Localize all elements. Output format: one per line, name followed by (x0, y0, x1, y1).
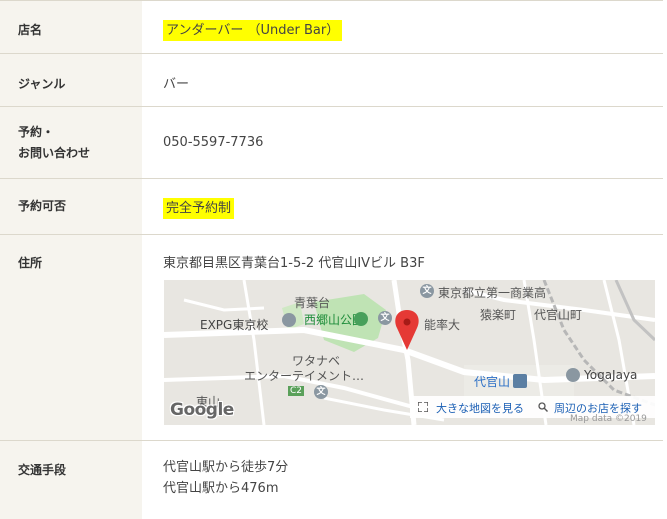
route-c2-badge: C2 (288, 386, 305, 396)
place-poi-icon (566, 368, 580, 382)
larger-map-link[interactable]: 大きな地図を見る (436, 400, 524, 416)
map-label-aobadai: 青葉台 (294, 296, 331, 310)
school-poi-icon: 文 (314, 385, 328, 399)
map-data-credit: Map data ©2019 (570, 414, 647, 424)
address-value: 東京都目黒区青葉台1-5-2 代官山IVビル B3F (163, 256, 425, 271)
map-label-yogajaya: YogaJaya (584, 368, 638, 382)
map-label-expg: EXPG東京校 (200, 318, 269, 332)
expand-icon (418, 402, 428, 412)
search-icon (538, 402, 548, 412)
shop-name-value: アンダーバー （Under Bar） (163, 20, 343, 41)
row-genre: ジャンル バー (0, 53, 663, 106)
access-line-1: 代官山駅から徒歩7分 (163, 460, 289, 475)
label-access: 交通手段 (0, 441, 142, 519)
map-label-daiichi-shogyo: 東京都立第一商業高 (438, 286, 547, 300)
map-label-daikanyama-station: 代官山 (474, 375, 511, 389)
row-reservation-contact: 予約・ お問い合わせ 050-5597-7736 (0, 106, 663, 178)
train-station-icon (513, 374, 527, 388)
google-logo: Google (170, 400, 234, 420)
school-poi-icon: 文 (378, 311, 392, 325)
map-label-watanabe-2: エンターテイメント… (244, 369, 365, 383)
school-poi-icon: 文 (420, 284, 434, 298)
label-genre: ジャンル (0, 54, 142, 106)
map-label-daikanyamacho: 代官山町 (534, 308, 583, 322)
park-icon (354, 312, 368, 326)
map-label-sarugakucho: 猿楽町 (480, 308, 517, 322)
availability-value: 完全予約制 (163, 198, 235, 219)
label-address: 住所 (0, 235, 142, 440)
access-line-2: 代官山駅から476m (163, 481, 279, 496)
school-poi-icon (282, 313, 296, 327)
row-reservation-availability: 予約可否 完全予約制 (0, 178, 663, 234)
label-availability: 予約可否 (0, 179, 142, 234)
row-access: 交通手段 代官山駅から徒歩7分 代官山駅から476m (0, 440, 663, 519)
label-reservation-contact: 予約・ お問い合わせ (0, 107, 142, 178)
row-shop-name: 店名 アンダーバー （Under Bar） (0, 0, 663, 53)
map-label-nouritsu: 能率大 (424, 318, 461, 332)
label-shop-name: 店名 (0, 1, 142, 53)
genre-value: バー (163, 77, 190, 92)
google-map[interactable]: 青葉台 西郷山公園 EXPG東京校 ワタナベ エンターテイメント… 東山 文 文… (164, 280, 655, 425)
phone-number[interactable]: 050-5597-7736 (163, 135, 263, 150)
